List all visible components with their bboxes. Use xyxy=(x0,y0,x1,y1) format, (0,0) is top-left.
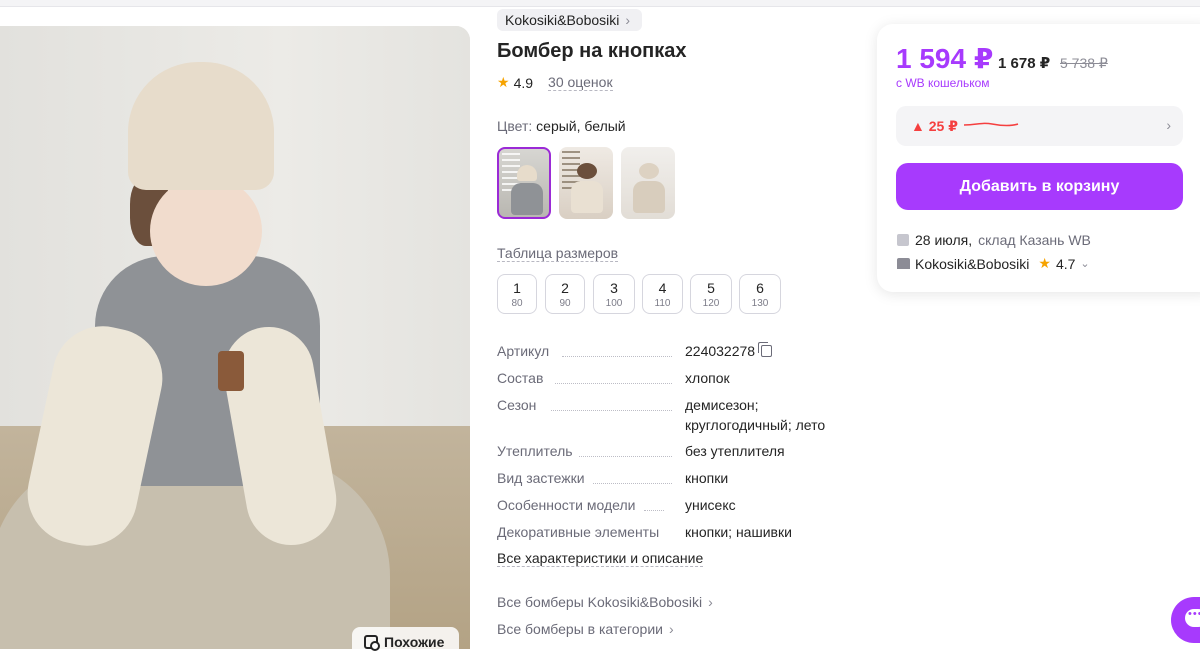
similar-label: Похожие xyxy=(384,634,445,650)
brand-category-link[interactable]: Все бомберы Kokosiki&Bobosiki › xyxy=(497,594,713,610)
spec-leader xyxy=(555,383,672,384)
spec-value: 224032278 xyxy=(685,341,773,361)
spec-value: демисезон; круглогодичный; лето xyxy=(685,395,825,435)
article-number: 224032278 xyxy=(685,343,756,359)
all-characteristics-link[interactable]: Все характеристики и описание xyxy=(497,550,704,567)
chevron-right-icon: › xyxy=(708,594,713,610)
spec-leader xyxy=(579,456,672,457)
delivery-place: склад Казань WB xyxy=(978,232,1091,248)
size-option-6[interactable]: 6 130 xyxy=(739,274,781,314)
product-title: Бомбер на кнопках xyxy=(497,40,687,62)
size-option-1[interactable]: 1 80 xyxy=(497,274,537,314)
wallet-note: с WB кошельком xyxy=(896,76,990,90)
spec-value: кнопки; нашивки xyxy=(685,524,792,540)
size-height: 100 xyxy=(605,298,623,309)
size-option-3[interactable]: 3 100 xyxy=(593,274,635,314)
spec-name: Утеплитель xyxy=(497,443,573,459)
spec-name: Артикул xyxy=(497,343,550,359)
chevron-right-icon: › xyxy=(668,621,674,637)
size-height: 110 xyxy=(654,298,671,309)
color-variant-thumb[interactable] xyxy=(621,147,675,219)
size-height: 90 xyxy=(559,298,571,309)
price-delta: ▲ 25 ₽ xyxy=(911,118,958,134)
size-height: 120 xyxy=(702,298,720,309)
spec-name: Сезон xyxy=(497,397,537,413)
spec-value: хлопок xyxy=(685,370,730,386)
spec-value-line: круглогодичный; лето xyxy=(685,417,826,433)
size-table-link[interactable]: Таблица размеров xyxy=(497,245,619,262)
product-main-photo[interactable] xyxy=(0,26,470,649)
star-icon: ★ xyxy=(1038,255,1051,271)
spec-leader xyxy=(593,483,672,484)
size-number: 2 xyxy=(561,280,569,296)
spec-name: Особенности модели xyxy=(497,497,636,513)
regular-price: 1 678 ₽ xyxy=(998,55,1051,72)
delivery-info: 28 июля, склад Казань WB xyxy=(897,232,1091,248)
color-variant-thumb[interactable] xyxy=(559,147,613,219)
color-variant-thumb[interactable] xyxy=(497,147,551,219)
spec-value: без утеплителя xyxy=(685,443,785,459)
color-info: Цвет: серый, белый xyxy=(497,118,626,134)
reviews-link[interactable]: 30 оценок xyxy=(548,74,613,91)
seller-info[interactable]: Kokosiki&Bobosiki ★ 4.7 ⌄ xyxy=(897,255,1090,272)
old-price: 5 738 ₽ xyxy=(1060,55,1108,71)
chat-button[interactable] xyxy=(1171,597,1200,643)
store-icon xyxy=(897,258,910,269)
product-rating: ★ 4.9 30 оценок xyxy=(497,74,613,91)
size-option-5[interactable]: 5 120 xyxy=(690,274,732,314)
price-history-button[interactable]: ▲ 25 ₽ › xyxy=(896,106,1183,146)
size-option-4[interactable]: 4 110 xyxy=(642,274,683,314)
spec-value-line: демисезон; xyxy=(685,397,759,413)
size-height: 130 xyxy=(751,298,769,309)
size-option-2[interactable]: 2 90 xyxy=(545,274,585,314)
star-icon: ★ xyxy=(497,74,510,90)
size-number: 6 xyxy=(756,280,764,296)
price-trend-icon xyxy=(963,122,1019,127)
add-to-cart-button[interactable]: Добавить в корзину xyxy=(896,163,1183,210)
spec-name: Вид застежки xyxy=(497,470,585,486)
spec-name: Декоративные элементы xyxy=(497,524,660,540)
size-number: 4 xyxy=(658,280,667,296)
category-link[interactable]: Все бомберы в категории › xyxy=(497,621,674,637)
link-label: Все бомберы в категории xyxy=(497,621,663,637)
spec-name: Состав xyxy=(497,370,544,386)
spec-value: кнопки xyxy=(685,470,729,486)
chevron-right-icon: › xyxy=(1166,117,1171,133)
browser-top-edge xyxy=(0,0,1200,7)
similar-products-button[interactable]: Похожие xyxy=(352,627,459,657)
chevron-down-icon: ⌄ xyxy=(1080,258,1090,270)
rating-value: 4.9 xyxy=(513,74,534,91)
spec-leader xyxy=(562,356,672,357)
size-number: 3 xyxy=(610,280,618,296)
size-number: 1 xyxy=(513,280,521,296)
brand-name: Kokosiki&Bobosiki xyxy=(505,12,620,28)
seller-name: Kokosiki&Bobosiki xyxy=(915,255,1030,272)
spec-leader xyxy=(644,510,664,511)
spec-leader xyxy=(551,410,672,411)
chevron-right-icon: › xyxy=(625,12,631,28)
link-label: Все бомберы Kokosiki&Bobosiki xyxy=(497,594,703,610)
brand-link[interactable]: Kokosiki&Bobosiki › xyxy=(497,9,643,31)
chat-bubble-icon xyxy=(1185,608,1200,627)
size-height: 80 xyxy=(511,298,523,309)
delivery-date: 28 июля, xyxy=(915,232,973,248)
spec-value: унисекс xyxy=(685,497,736,513)
color-label: Цвет: xyxy=(497,118,533,134)
wallet-price: 1 594 ₽ xyxy=(896,43,994,74)
seller-rating: 4.7 xyxy=(1055,255,1076,272)
size-number: 5 xyxy=(707,280,715,296)
color-value: серый, белый xyxy=(532,118,626,134)
image-search-icon xyxy=(364,635,380,651)
copy-icon[interactable] xyxy=(758,342,773,357)
package-icon xyxy=(897,234,909,246)
